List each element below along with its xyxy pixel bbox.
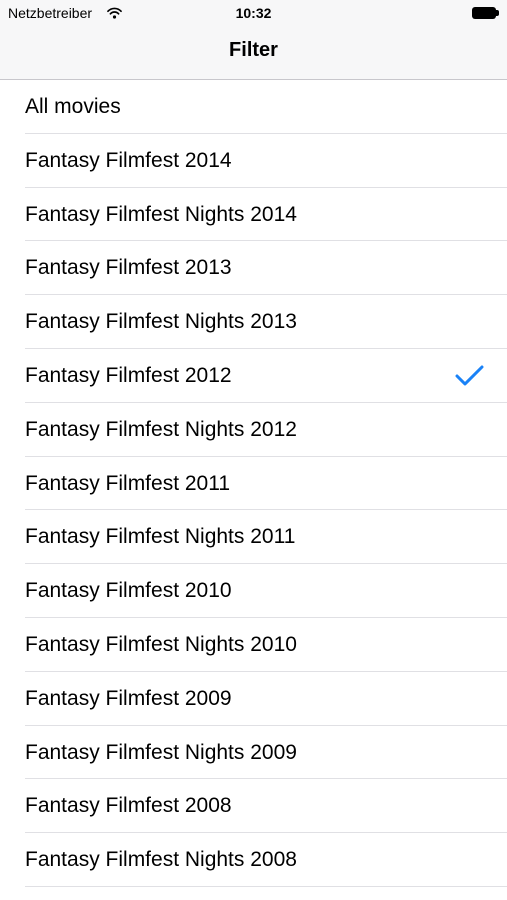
checkmark-icon <box>455 365 484 386</box>
filter-label: Fantasy Filmfest 2008 <box>25 794 232 818</box>
filter-label: Fantasy Filmfest Nights 2012 <box>25 417 297 441</box>
filter-row[interactable]: Fantasy Filmfest 2012 <box>0 349 507 403</box>
filter-row[interactable]: Fantasy Filmfest Nights 2008 <box>0 833 507 887</box>
filter-row[interactable]: Fantasy Filmfest 2011 <box>0 457 507 511</box>
filter-label: All movies <box>25 95 121 118</box>
filter-label: Fantasy Filmfest Nights 2010 <box>25 632 297 656</box>
filter-row[interactable]: Fantasy Filmfest Nights 2010 <box>0 618 507 672</box>
filter-row[interactable]: All movies <box>0 80 507 134</box>
filter-label: Fantasy Filmfest 2014 <box>25 148 232 172</box>
status-bar: Netzbetreiber 10:32 <box>0 0 507 28</box>
filter-row[interactable]: Fantasy Filmfest Nights 2014 <box>0 188 507 242</box>
filter-row[interactable]: Fantasy Filmfest 2010 <box>0 564 507 618</box>
filter-label: Fantasy Filmfest 2010 <box>25 579 232 603</box>
filter-row[interactable]: Fantasy Filmfest Nights 2009 <box>0 726 507 780</box>
filter-row[interactable]: Fantasy Filmfest Nights 2012 <box>0 403 507 457</box>
filter-label: Fantasy Filmfest Nights 2013 <box>25 310 297 334</box>
filter-label: Fantasy Filmfest 2012 <box>25 363 232 387</box>
row-divider <box>25 885 507 887</box>
filter-row[interactable]: Fantasy Filmfest Nights 2011 <box>0 510 507 565</box>
filter-label: Fantasy Filmfest Nights 2009 <box>25 740 297 764</box>
battery-icon <box>472 7 499 19</box>
filter-label: Fantasy Filmfest Nights 2008 <box>25 848 297 872</box>
filter-label: Fantasy Filmfest 2011 <box>25 471 231 495</box>
filter-row[interactable]: Fantasy Filmfest Nights 2013 <box>0 295 507 349</box>
page-title: Filter <box>229 39 278 61</box>
navigation-bar: Netzbetreiber 10:32 Filter <box>0 0 507 80</box>
clock: 10:32 <box>235 5 272 21</box>
filter-row[interactable]: Fantasy Filmfest 2008 <box>0 779 507 834</box>
filter-label: Fantasy Filmfest Nights 2014 <box>25 202 297 226</box>
filter-label: Fantasy Filmfest 2009 <box>25 686 232 710</box>
filter-label: Fantasy Filmfest Nights 2011 <box>25 525 296 549</box>
filter-row[interactable]: Fantasy Filmfest 2014 <box>0 134 507 188</box>
filter-label: Fantasy Filmfest 2013 <box>25 256 232 280</box>
filter-list: All movies Fantasy Filmfest 2014 Fantasy F… <box>0 80 507 887</box>
filter-row[interactable]: Fantasy Filmfest 2013 <box>0 241 507 296</box>
filter-row[interactable]: Fantasy Filmfest 2009 <box>0 672 507 726</box>
